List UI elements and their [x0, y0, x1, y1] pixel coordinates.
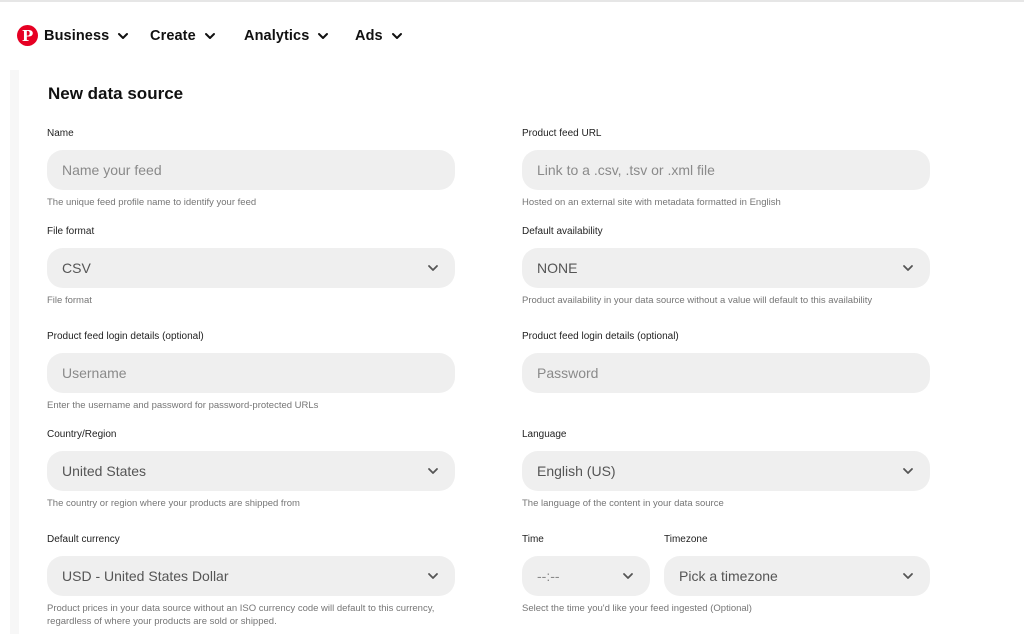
currency-select[interactable]: USD - United States Dollar — [47, 556, 455, 596]
feed-url-help: Hosted on an external site with metadata… — [522, 197, 781, 208]
file-format-select[interactable]: CSV — [47, 248, 455, 288]
country-field-group: Country/Region United States The country… — [47, 428, 455, 511]
chevron-down-icon — [204, 30, 216, 42]
file-format-help: File format — [47, 295, 92, 306]
chevron-down-icon — [902, 465, 914, 477]
timezone-value: Pick a timezone — [679, 568, 778, 584]
nav-ads-label: Ads — [355, 28, 383, 44]
time-field-group: Time --:-- Select the time you'd like yo… — [522, 533, 752, 616]
top-nav: P Business Create Analytics Ads — [0, 20, 1024, 52]
name-help: The unique feed profile name to identify… — [47, 197, 257, 208]
chevron-down-icon — [427, 262, 439, 274]
language-select[interactable]: English (US) — [522, 451, 930, 491]
nav-create-label: Create — [150, 28, 196, 44]
timezone-label: Timezone — [664, 534, 708, 545]
username-label: Product feed login details (optional) — [47, 331, 204, 342]
password-label: Product feed login details (optional) — [522, 331, 679, 342]
file-format-field-group: File format CSV File format — [47, 225, 455, 308]
top-border — [0, 0, 1024, 2]
time-select[interactable]: --:-- — [522, 556, 650, 596]
nav-ads[interactable]: Ads — [355, 20, 403, 52]
username-input[interactable] — [62, 365, 439, 381]
nav-business[interactable]: Business — [44, 20, 129, 52]
pinterest-logo-icon[interactable]: P — [17, 25, 38, 46]
chevron-down-icon — [622, 570, 634, 582]
password-input-box[interactable] — [522, 353, 930, 393]
feed-url-label: Product feed URL — [522, 128, 602, 139]
country-help: The country or region where your product… — [47, 498, 300, 509]
availability-select[interactable]: NONE — [522, 248, 930, 288]
timezone-select[interactable]: Pick a timezone — [664, 556, 930, 596]
time-help: Select the time you'd like your feed ing… — [522, 603, 752, 614]
chevron-down-icon — [902, 262, 914, 274]
feed-url-field-group: Product feed URL Hosted on an external s… — [522, 127, 930, 210]
time-label: Time — [522, 534, 544, 545]
timezone-field-group: Timezone Pick a timezone — [664, 533, 930, 596]
language-help: The language of the content in your data… — [522, 498, 724, 509]
name-field-group: Name The unique feed profile name to ide… — [47, 127, 455, 210]
name-label: Name — [47, 128, 74, 139]
country-select[interactable]: United States — [47, 451, 455, 491]
availability-help: Product availability in your data source… — [522, 295, 873, 306]
language-value: English (US) — [537, 463, 616, 479]
currency-label: Default currency — [47, 534, 120, 545]
chevron-down-icon — [317, 30, 329, 42]
sidebar-strip — [10, 70, 19, 634]
password-input[interactable] — [537, 365, 914, 381]
username-field-group: Product feed login details (optional) En… — [47, 330, 455, 413]
availability-field-group: Default availability NONE Product availa… — [522, 225, 930, 308]
country-value: United States — [62, 463, 147, 479]
feed-url-input-box[interactable] — [522, 150, 930, 190]
username-help: Enter the username and password for pass… — [47, 400, 319, 411]
nav-business-label: Business — [44, 28, 110, 44]
file-format-label: File format — [47, 226, 95, 237]
name-input-box[interactable] — [47, 150, 455, 190]
nav-analytics-label: Analytics — [244, 28, 310, 44]
chevron-down-icon — [427, 570, 439, 582]
page-title: New data source — [48, 84, 184, 103]
chevron-down-icon — [117, 30, 129, 42]
chevron-down-icon — [391, 30, 403, 42]
currency-help: Product prices in your data source witho… — [47, 603, 435, 627]
chevron-down-icon — [902, 570, 914, 582]
language-field-group: Language English (US) The language of th… — [522, 428, 930, 511]
country-label: Country/Region — [47, 429, 117, 440]
availability-label: Default availability — [522, 226, 603, 237]
language-label: Language — [522, 429, 567, 440]
availability-value: NONE — [537, 260, 578, 276]
file-format-value: CSV — [62, 260, 91, 276]
password-field-group: Product feed login details (optional) — [522, 330, 930, 393]
currency-value: USD - United States Dollar — [62, 568, 229, 584]
username-input-box[interactable] — [47, 353, 455, 393]
chevron-down-icon — [427, 465, 439, 477]
nav-analytics[interactable]: Analytics — [244, 20, 329, 52]
nav-create[interactable]: Create — [150, 20, 216, 52]
time-value: --:-- — [537, 568, 560, 584]
currency-field-group: Default currency USD - United States Dol… — [47, 533, 455, 628]
feed-url-input[interactable] — [537, 162, 914, 178]
name-input[interactable] — [62, 162, 439, 178]
